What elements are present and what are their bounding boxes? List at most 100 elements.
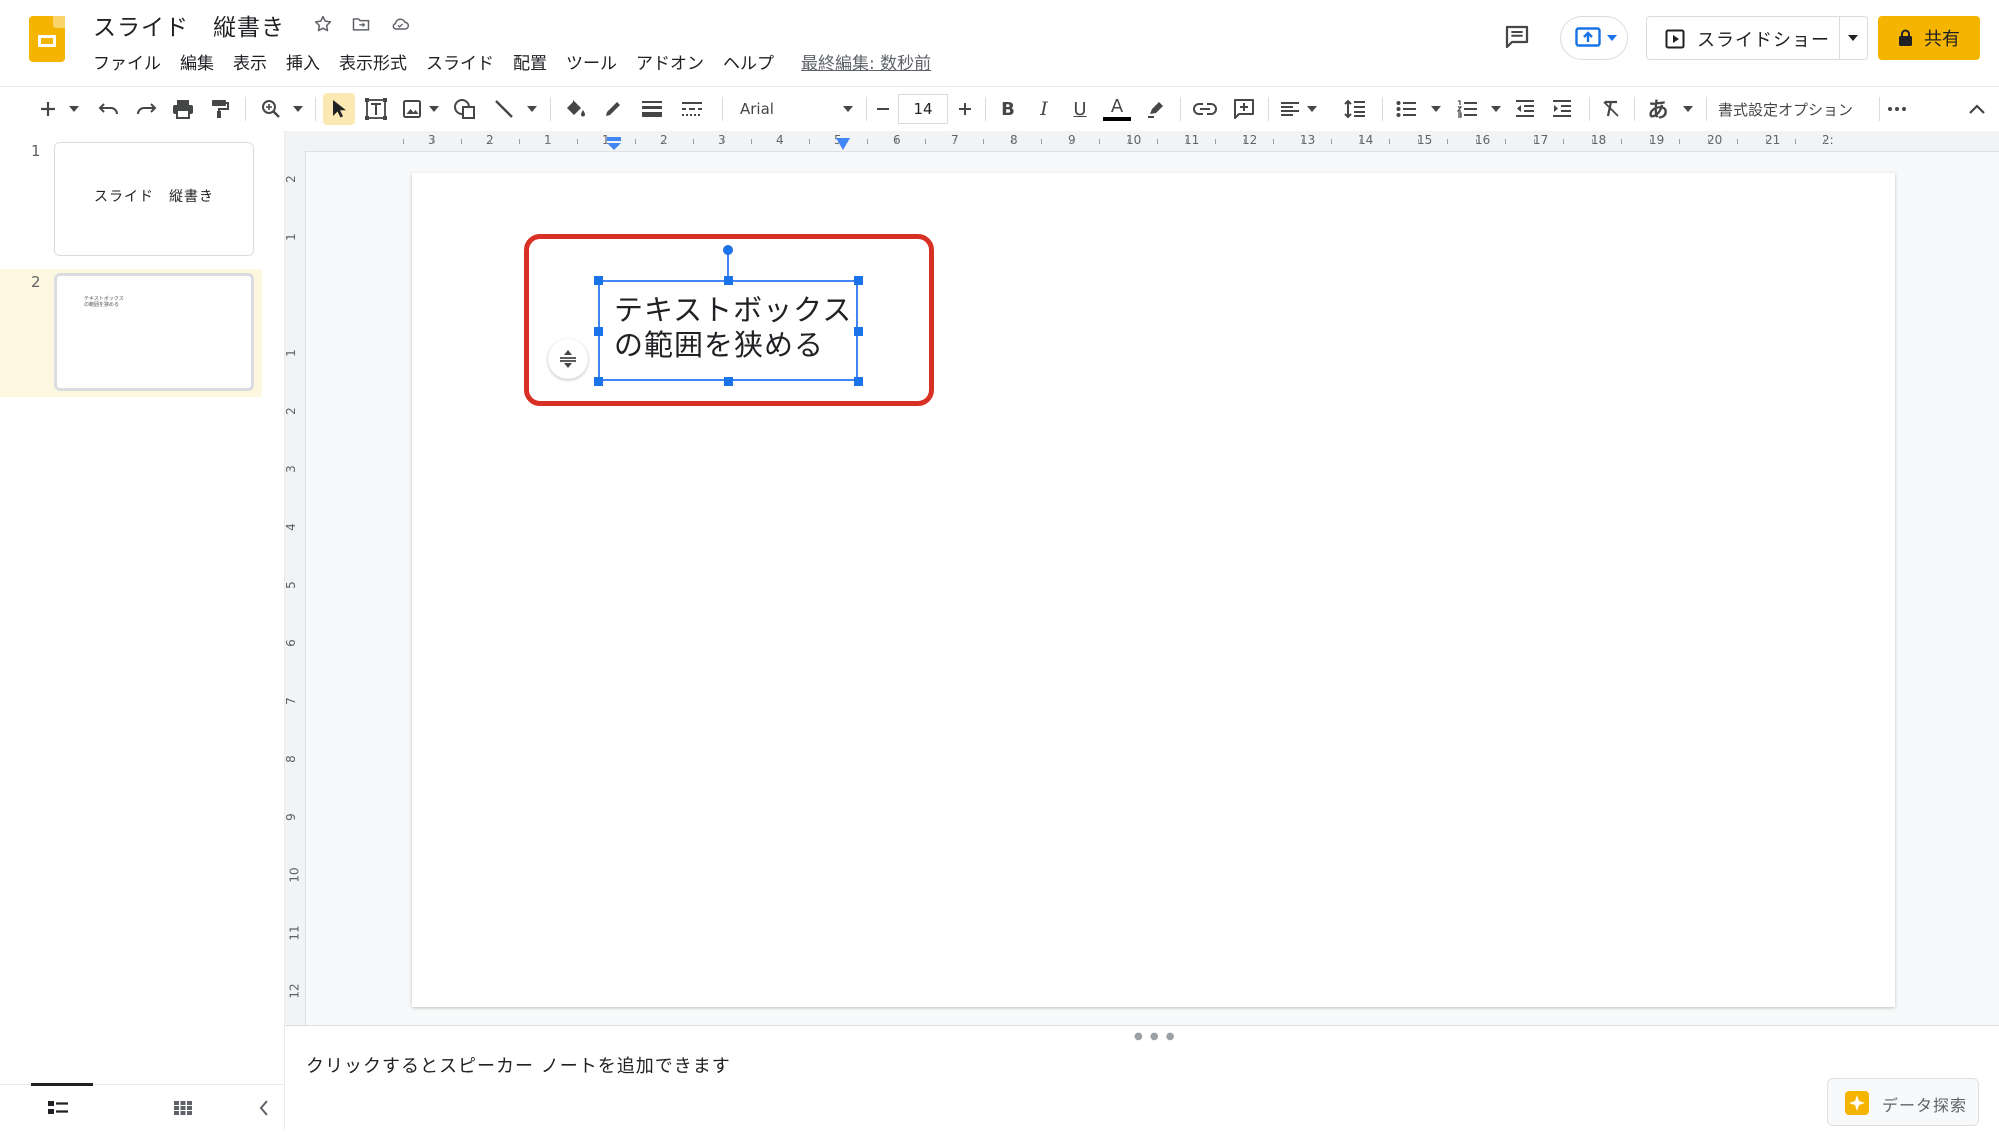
underline-button[interactable]: U [1065, 93, 1095, 125]
collapse-panel-icon[interactable] [259, 1099, 269, 1117]
input-tools-button[interactable]: あ [1643, 93, 1673, 125]
more-options-icon[interactable] [1881, 93, 1913, 125]
align-chevron-icon[interactable] [1304, 93, 1320, 125]
menu-addons[interactable]: アドオン [636, 49, 704, 74]
numbered-list-icon[interactable] [1453, 93, 1481, 125]
ruler-tick [1215, 139, 1216, 144]
line-chevron-icon[interactable] [524, 93, 540, 125]
comment-history-icon[interactable] [1502, 22, 1532, 52]
speaker-notes-placeholder[interactable]: クリックするとスピーカー ノートを追加できます [306, 1052, 731, 1078]
menu-insert[interactable]: 挿入 [286, 49, 320, 74]
increase-indent-icon[interactable] [1548, 93, 1576, 125]
slides-logo-icon[interactable] [29, 16, 65, 62]
undo-icon[interactable] [94, 93, 124, 125]
decrease-indent-icon[interactable] [1511, 93, 1539, 125]
line-icon[interactable] [489, 93, 519, 125]
line-spacing-icon[interactable] [1340, 93, 1370, 125]
new-slide-layout-chevron-icon[interactable] [66, 93, 82, 125]
fill-color-icon[interactable] [560, 93, 590, 125]
text-color-button[interactable]: A [1101, 93, 1133, 125]
resize-handle-bottom-right[interactable] [854, 377, 863, 386]
share-button[interactable]: 共有 [1878, 16, 1980, 60]
decrease-font-size-icon[interactable] [870, 93, 896, 125]
collapse-menus-icon[interactable] [1962, 93, 1992, 125]
menu-slide[interactable]: スライド [426, 49, 494, 74]
text-box-content[interactable]: テキストボックス の範囲を狭める [614, 293, 852, 363]
last-edit-link[interactable]: 最終編集: 数秒前 [801, 49, 931, 74]
select-cursor-icon[interactable] [323, 93, 355, 125]
shape-icon[interactable] [449, 93, 481, 125]
cloud-saved-icon[interactable] [388, 12, 412, 36]
resize-handle-top-right[interactable] [854, 276, 863, 285]
slideshow-button[interactable]: スライドショー [1646, 16, 1868, 60]
move-folder-icon[interactable] [349, 12, 373, 36]
slide-thumbnail-1[interactable]: スライド 縦書き [54, 142, 254, 256]
chevron-down-icon [1607, 35, 1617, 41]
italic-button[interactable]: I [1029, 93, 1059, 125]
ruler-tick [1273, 139, 1274, 144]
add-comment-icon[interactable] [1228, 93, 1260, 125]
format-options-button[interactable]: 書式設定オプション [1718, 93, 1853, 125]
resize-handle-bottom[interactable] [724, 377, 733, 386]
menu-file[interactable]: ファイル [93, 49, 161, 74]
notes-resize-handle[interactable]: ● ● ● [1134, 1031, 1177, 1042]
print-icon[interactable] [168, 93, 198, 125]
zoom-chevron-icon[interactable] [290, 93, 306, 125]
vertical-ruler[interactable]: 2 1 1 2 3 4 5 6 7 8 9 10 11 12 [283, 151, 306, 1025]
resize-handle-left[interactable] [594, 327, 603, 336]
insert-link-icon[interactable] [1189, 93, 1221, 125]
paint-format-icon[interactable] [205, 93, 235, 125]
horizontal-ruler[interactable]: 3211234567891011121314151617181920212: [285, 131, 1999, 152]
ruler-tick [432, 139, 433, 144]
ruler-tick [548, 139, 549, 144]
first-line-indent-marker-icon[interactable] [606, 137, 622, 151]
resize-handle-top-left[interactable] [594, 276, 603, 285]
new-slide-icon[interactable] [34, 93, 62, 125]
menu-arrange[interactable]: 配置 [513, 49, 547, 74]
ruler-label: 11 [287, 925, 302, 941]
menu-tools[interactable]: ツール [566, 49, 617, 74]
bulleted-list-chevron-icon[interactable] [1428, 93, 1444, 125]
star-icon[interactable] [311, 12, 335, 36]
right-indent-marker-icon[interactable] [836, 138, 850, 150]
resize-handle-right[interactable] [854, 327, 863, 336]
resize-handle-bottom-left[interactable] [594, 377, 603, 386]
ruler-tick [1070, 139, 1071, 144]
rotation-handle[interactable] [723, 245, 733, 255]
clear-formatting-icon[interactable] [1596, 93, 1626, 125]
numbered-list-chevron-icon[interactable] [1488, 93, 1504, 125]
insert-image-chevron-icon[interactable] [426, 93, 442, 125]
align-left-icon[interactable] [1276, 93, 1304, 125]
explore-button[interactable]: データ探索 [1827, 1078, 1979, 1126]
resize-handle-top[interactable] [724, 276, 733, 285]
chevron-down-icon[interactable] [1848, 35, 1858, 41]
filmstrip-view-icon[interactable] [48, 1101, 68, 1115]
menu-format[interactable]: 表示形式 [339, 49, 407, 74]
bold-button[interactable]: B [993, 93, 1023, 125]
vertical-align-button[interactable] [548, 339, 588, 379]
input-tools-chevron-icon[interactable] [1680, 93, 1696, 125]
font-family-chevron-icon[interactable] [840, 93, 856, 125]
menu-view[interactable]: 表示 [233, 49, 267, 74]
present-to-meeting-button[interactable] [1560, 16, 1628, 60]
font-size-input[interactable]: 14 [898, 94, 948, 124]
grid-view-icon[interactable] [174, 1101, 192, 1115]
text-box-line: の範囲を狭める [614, 328, 825, 362]
border-weight-icon[interactable] [637, 93, 667, 125]
document-title[interactable]: スライド 縦書き [93, 8, 285, 42]
ruler-label: 8 [283, 755, 298, 763]
highlight-color-icon[interactable] [1141, 93, 1171, 125]
border-dash-icon[interactable] [677, 93, 707, 125]
redo-icon[interactable] [131, 93, 161, 125]
text-box-icon[interactable] [360, 93, 392, 125]
zoom-icon[interactable] [256, 93, 286, 125]
menu-edit[interactable]: 編集 [180, 49, 214, 74]
menu-bar: ファイル 編集 表示 挿入 表示形式 スライド 配置 ツール アドオン ヘルプ … [93, 49, 950, 74]
increase-font-size-icon[interactable] [952, 93, 978, 125]
border-color-icon[interactable] [598, 93, 628, 125]
ruler-tick [1621, 139, 1622, 144]
slide-thumbnail-2[interactable]: テキストボックス の範囲を狭める [54, 273, 254, 391]
insert-image-icon[interactable] [398, 93, 426, 125]
bulleted-list-icon[interactable] [1392, 93, 1420, 125]
menu-help[interactable]: ヘルプ [723, 49, 774, 74]
